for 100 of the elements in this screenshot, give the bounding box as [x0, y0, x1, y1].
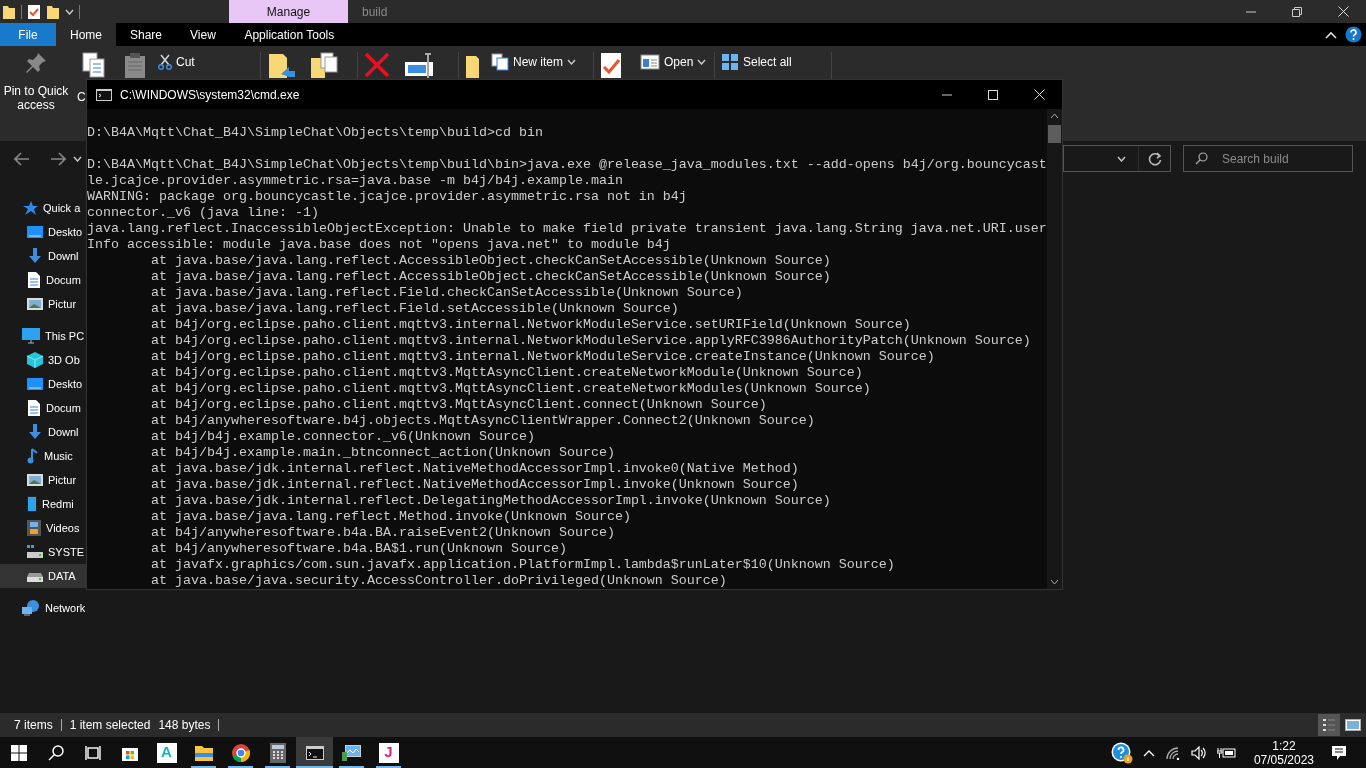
- delete-button[interactable]: [364, 52, 390, 78]
- console-output-line: D:\B4A\Mqtt\Chat_B4J\SimpleChat\Objects\temp\build\bin>java.exe @release_java_modules.txt --add-opens b4j/org.bouncycast: [87, 156, 1047, 173]
- sidebar-item[interactable]: Quick a: [0, 196, 86, 220]
- sidebar-item[interactable]: Deskto: [0, 372, 86, 396]
- task-view-icon: [84, 744, 101, 761]
- chevron-up-icon: [1142, 748, 1155, 757]
- console-output-line: D:\B4A\Mqtt\Chat_B4J\SimpleChat\Objects\temp\build>cd bin: [87, 125, 543, 140]
- ribbon-tab[interactable]: Application Tools: [229, 23, 349, 46]
- rename-button[interactable]: [404, 52, 434, 78]
- terminal-icon: [96, 88, 112, 101]
- collapse-ribbon-button[interactable]: [1325, 30, 1337, 39]
- sidebar-item[interactable]: Videos: [0, 516, 86, 540]
- console-output-line: java.lang.reflect.InaccessibleObjectException: Unable to make field private transient java.lang.String java.net.URI.user: [87, 221, 1047, 236]
- properties-button[interactable]: [600, 52, 622, 78]
- grid-icon: [721, 53, 739, 71]
- wifi-icon: [1164, 745, 1181, 760]
- sidebar-item[interactable]: Downl: [0, 244, 86, 268]
- address-field[interactable]: [1063, 145, 1171, 172]
- maximize-icon: [988, 89, 998, 100]
- new-item-button[interactable]: New item: [491, 52, 576, 72]
- sidebar-item[interactable]: DATA: [0, 564, 86, 588]
- sidebar-item[interactable]: Docum: [0, 396, 86, 420]
- console-output-line: at b4j/b4j.example.main._btnconnect_action(Unknown Source): [150, 445, 615, 460]
- ribbon-tab[interactable]: Share: [116, 23, 177, 46]
- browser-icon: [230, 742, 251, 763]
- sidebar-item[interactable]: Pictur: [0, 292, 86, 316]
- terminal-icon: [305, 745, 324, 760]
- caret-icon: [73, 155, 82, 162]
- console-output-line: at java.base/jdk.internal.reflect.DelegatingMethodAccessorImpl.invoke(Unknown Source): [150, 493, 831, 508]
- scissors-icon: [158, 54, 172, 70]
- console-output-line: at java.base/java.lang.reflect.AccessibleObject.checkCanSetAccessible(Unknown Source): [150, 253, 831, 268]
- chevron-up-icon: [1325, 30, 1337, 39]
- monitor-chart-icon: [341, 743, 362, 762]
- caret-icon: [567, 59, 576, 65]
- console-output-line: at java.base/jdk.internal.reflect.NativeMethodAccessorImpl.invoke(Unknown Source): [150, 477, 799, 492]
- help-button[interactable]: [1345, 26, 1362, 43]
- windows-logo-icon: [10, 744, 27, 761]
- console-output-line: at javafx.graphics/com.sun.javafx.application.PlatformImpl.lambda$runLater$10(Unknown Source): [150, 557, 895, 572]
- copy-to-button[interactable]: [309, 52, 339, 78]
- paste-button[interactable]: [124, 52, 146, 78]
- console-output-line: at b4j/org.eclipse.paho.client.mqttv3.MqttAsyncClient.createNetworkModules(Unknown Source): [150, 381, 871, 396]
- folder-arrow-icon: [267, 52, 297, 78]
- document-icon: [27, 400, 41, 416]
- sidebar-item[interactable]: 3D Ob: [0, 348, 86, 372]
- restore-icon: [1292, 6, 1302, 17]
- app-tile-icon: A: [156, 742, 177, 763]
- sidebar-item[interactable]: Network: [0, 596, 86, 620]
- sidebar-item[interactable]: Pictur: [0, 468, 86, 492]
- console-output-line: at java.base/java.lang.reflect.AccessibleObject.checkCanSetAccessible(Unknown Source): [150, 269, 831, 284]
- cut-button[interactable]: Cut: [158, 52, 195, 72]
- window-title: build: [361, 3, 388, 21]
- checklist-icon: [27, 3, 41, 20]
- folder-icon: [193, 743, 214, 762]
- cube-icon: [27, 352, 43, 368]
- scrollbar-thumb[interactable]: [1047, 125, 1061, 143]
- open-button[interactable]: Open: [640, 52, 707, 72]
- calculator-icon: [269, 742, 286, 763]
- sidebar-item[interactable]: Downl: [0, 420, 86, 444]
- thumbnail-view-icon: [1345, 719, 1361, 731]
- file-menu-tab[interactable]: File: [0, 23, 56, 46]
- recent-locations-button[interactable]: [72, 155, 83, 162]
- sidebar-item[interactable]: Redmi: [0, 492, 86, 516]
- close-icon: [1033, 89, 1045, 100]
- copy-button[interactable]: C: [76, 90, 87, 104]
- pin-button[interactable]: Pin to Quick access: [0, 52, 72, 112]
- clock[interactable]: 1:22 07/05/2023: [1243, 738, 1324, 767]
- back-arrow-icon: [14, 151, 30, 166]
- status-text: 148 bytes: [158, 717, 212, 734]
- console-output-line: at b4j/org.eclipse.paho.client.mqttv3.MqttAsyncClient.createNetworkModule(Unknown Source): [150, 365, 863, 380]
- details-view-button[interactable]: [1318, 714, 1340, 736]
- status-text: 7 items: [14, 717, 54, 734]
- sidebar-item[interactable]: Deskto: [0, 220, 86, 244]
- sidebar-item[interactable]: Docum: [0, 268, 86, 292]
- taskbar-app-button[interactable]: J: [370, 737, 407, 768]
- search-field[interactable]: Search build: [1183, 145, 1353, 172]
- folder-icon: [2, 3, 16, 20]
- dropdown-icon: [65, 8, 74, 15]
- forward-arrow-icon: [50, 151, 66, 166]
- console-output-line: at b4j/org.eclipse.paho.client.mqttv3.internal.NetworkModuleService.applyRFC3986AuthorityPatch(Unknown Source): [150, 333, 1031, 348]
- open-icon: [640, 54, 660, 70]
- scrollbar[interactable]: [1046, 109, 1062, 589]
- copy-icon[interactable]: [82, 52, 106, 78]
- properties-icon: [600, 52, 622, 78]
- move-to-button[interactable]: [267, 52, 297, 78]
- sidebar-item[interactable]: SYSTE: [0, 540, 86, 564]
- monitor-icon: [22, 328, 40, 344]
- console-output-line: at b4j/anywheresoftware.b4j.objects.MqttAsyncClientWrapper.Connect2(Unknown Source): [150, 413, 815, 428]
- ribbon-tab[interactable]: Home: [56, 23, 116, 46]
- sidebar-item[interactable]: This PC: [0, 324, 86, 348]
- select-all-button[interactable]: Select all: [721, 52, 792, 72]
- film-icon: [27, 520, 41, 536]
- battery-plug-icon: [1216, 745, 1237, 760]
- taskbar-app-button[interactable]: [296, 737, 333, 768]
- ribbon-tab[interactable]: View: [176, 23, 230, 46]
- download-icon: [27, 248, 43, 264]
- console-output-line: at b4j/org.eclipse.paho.client.mqttv3.internal.NetworkModuleService.createInstance(Unknown Source): [150, 349, 935, 364]
- console-output-line: at b4j/org.eclipse.paho.client.mqttv3.MqttAsyncClient.connect(Unknown Source): [150, 397, 767, 412]
- caret-icon: [697, 59, 707, 65]
- refresh-icon: [1147, 151, 1162, 166]
- sidebar-item[interactable]: Music: [0, 444, 86, 468]
